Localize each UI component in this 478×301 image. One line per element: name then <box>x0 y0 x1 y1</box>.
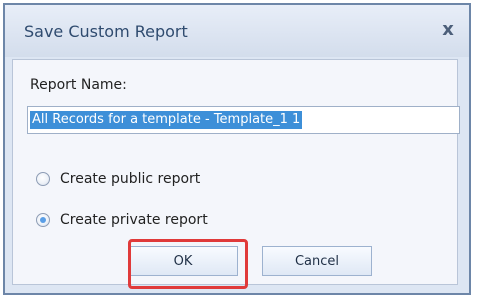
public-report-option[interactable]: Create public report <box>36 168 200 190</box>
report-name-label: Report Name: <box>30 77 127 93</box>
close-icon[interactable]: x <box>437 18 459 40</box>
private-report-option[interactable]: Create private report <box>36 209 208 231</box>
cancel-button[interactable]: Cancel <box>262 246 372 276</box>
dialog-titlebar: Save Custom Report x <box>5 5 469 57</box>
dialog-title: Save Custom Report <box>24 22 188 41</box>
private-report-radio[interactable] <box>36 213 50 227</box>
ok-button-highlight <box>128 239 248 289</box>
public-report-label: Create public report <box>60 171 201 187</box>
public-report-radio[interactable] <box>36 172 50 186</box>
report-name-input[interactable]: All Records for a template - Template_1 … <box>27 106 460 134</box>
report-name-value: All Records for a template - Template_1 … <box>30 111 303 129</box>
save-custom-report-dialog: Save Custom Report x Report Name: All Re… <box>3 3 471 295</box>
private-report-label: Create private report <box>60 212 208 228</box>
